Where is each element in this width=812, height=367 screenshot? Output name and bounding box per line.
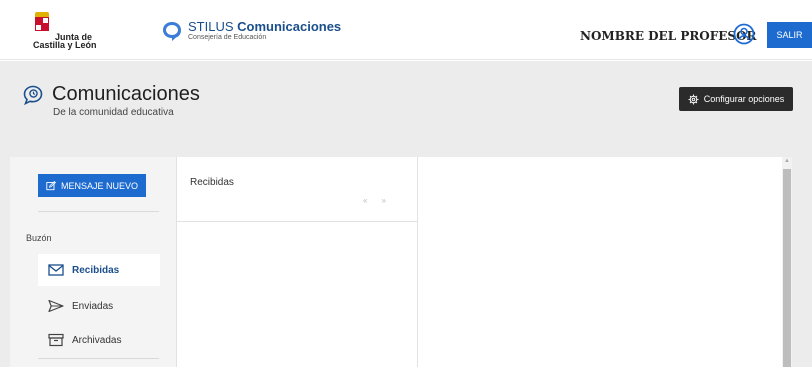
- message-list-title: Recibidas: [190, 177, 234, 188]
- sidebar-item-label: Recibidas: [72, 264, 120, 276]
- new-message-button[interactable]: MENSAJE NUEVO: [38, 174, 146, 197]
- top-header: Junta de Castilla y León STILUS Comunica…: [0, 0, 812, 60]
- sidebar-item-recibidas[interactable]: Recibidas: [38, 254, 160, 286]
- chat-bubble-icon: [163, 22, 181, 41]
- scrollbar[interactable]: ▲: [782, 157, 792, 367]
- sidebar-item-label: Archivadas: [72, 334, 122, 346]
- coat-of-arms-icon: [33, 12, 51, 34]
- configure-options-button[interactable]: Configurar opciones: [679, 87, 793, 111]
- send-icon: [48, 299, 64, 313]
- chat-clock-icon: [23, 85, 43, 106]
- page-title: Comunicaciones: [52, 83, 200, 105]
- next-page-button[interactable]: »: [381, 196, 399, 205]
- sidebar-item-enviadas[interactable]: Enviadas: [38, 290, 160, 322]
- configure-options-label: Configurar opciones: [703, 94, 785, 104]
- user-icon[interactable]: [733, 23, 755, 45]
- sidebar-item-label: Enviadas: [72, 300, 114, 312]
- pagination: «»: [363, 196, 400, 205]
- page-subtitle: De la comunidad educativa: [53, 107, 174, 118]
- brand-title: STILUS Comunicaciones: [188, 19, 342, 34]
- prev-page-button[interactable]: «: [363, 196, 381, 205]
- user-name: NOMBRE DEL PROFESOR: [580, 29, 757, 43]
- new-message-label: MENSAJE NUEVO: [60, 180, 138, 191]
- logo-line2: Castilla y León: [33, 40, 97, 50]
- mailbox-section-label: Buzón: [26, 233, 52, 243]
- archive-icon: [48, 333, 64, 347]
- divider: [38, 211, 159, 212]
- envelope-icon: [48, 264, 64, 276]
- gear-icon: [688, 94, 699, 104]
- scroll-up-icon[interactable]: ▲: [782, 157, 792, 166]
- edit-icon: [46, 180, 56, 190]
- message-list-panel: [176, 157, 418, 367]
- brand-subtitle: Consejería de Educación: [188, 34, 267, 41]
- divider: [176, 221, 418, 222]
- scrollbar-thumb[interactable]: [783, 169, 791, 367]
- junta-logo[interactable]: Junta de Castilla y León: [33, 12, 113, 50]
- logout-button[interactable]: SALIR: [767, 22, 812, 48]
- divider: [38, 358, 159, 359]
- sidebar-item-archivadas[interactable]: Archivadas: [38, 324, 160, 356]
